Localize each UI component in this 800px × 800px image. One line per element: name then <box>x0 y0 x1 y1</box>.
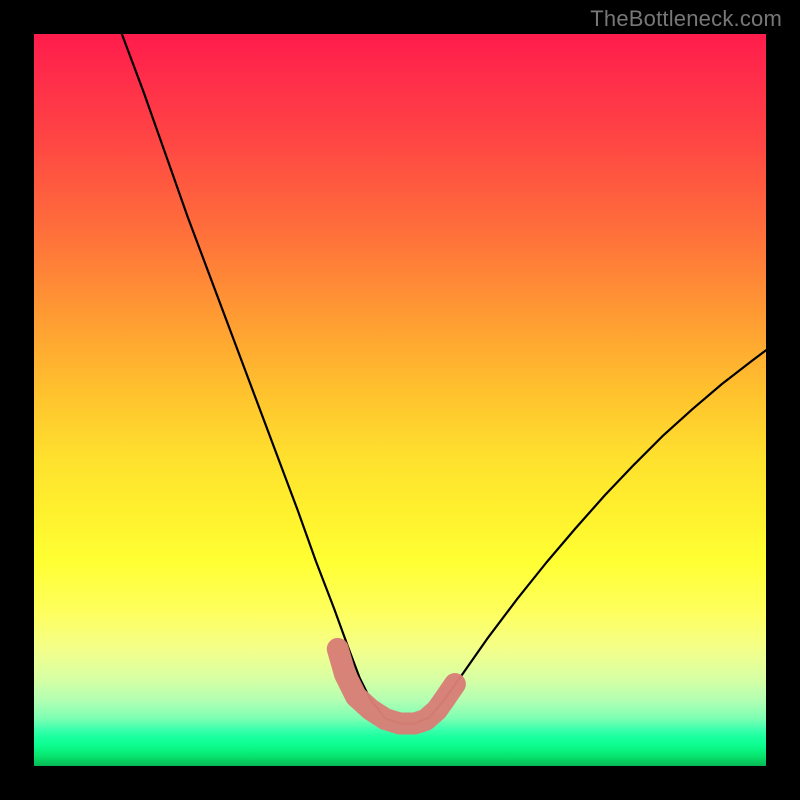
highlight-band <box>338 649 455 724</box>
bottleneck-curve <box>122 34 766 724</box>
chart-frame: TheBottleneck.com <box>0 0 800 800</box>
plot-area <box>34 34 766 766</box>
chart-svg <box>34 34 766 766</box>
watermark-text: TheBottleneck.com <box>590 6 782 32</box>
